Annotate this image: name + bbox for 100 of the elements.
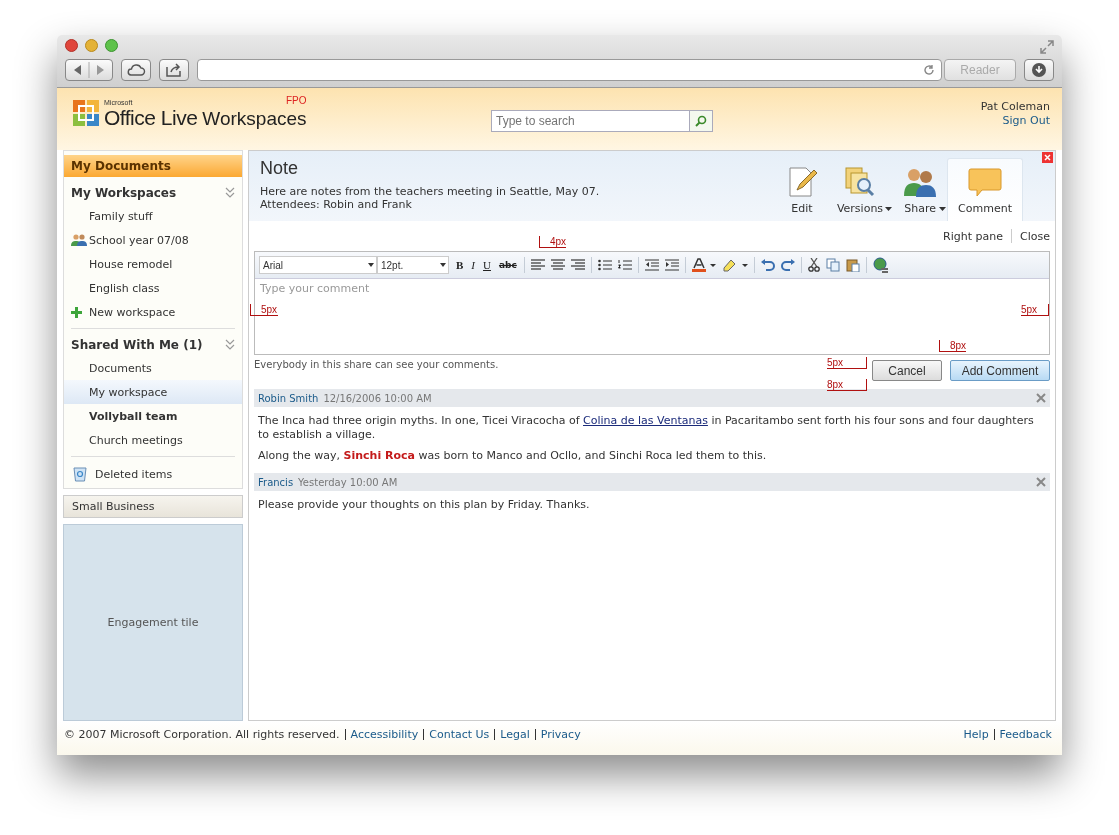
people-icon — [71, 233, 87, 247]
note-description: Attendees: Robin and Frank — [260, 198, 413, 211]
back-forward-buttons[interactable] — [65, 59, 113, 81]
footer-link[interactable]: Accessibility — [350, 728, 419, 741]
comment-time: Yesterday 10:00 AM — [298, 476, 398, 488]
logo-suffix-text: Workspaces — [202, 109, 307, 129]
redline-annotation: 8px — [827, 379, 867, 391]
ribbon-action-button[interactable]: Versions — [826, 163, 894, 221]
close-icon[interactable] — [1042, 152, 1053, 163]
font-size-dropdown[interactable]: 12pt. — [377, 256, 449, 274]
redo-icon[interactable] — [780, 259, 795, 271]
format-button[interactable]: B — [455, 259, 465, 271]
deleted-items-link[interactable]: Deleted items — [64, 457, 242, 484]
sign-out-link[interactable]: Sign Out — [1002, 114, 1050, 128]
dropdown-caret-icon — [368, 263, 374, 267]
note-title: Note — [260, 158, 300, 179]
logo-product-text: Office Live — [104, 107, 198, 129]
footer-link[interactable]: Legal — [500, 728, 530, 741]
recycle-bin-icon — [73, 466, 87, 482]
add-comment-button[interactable]: Add Comment — [950, 360, 1050, 381]
cut-icon[interactable] — [807, 258, 820, 272]
outdent-icon[interactable] — [644, 259, 659, 271]
sidebar-item[interactable]: Church meetings — [64, 428, 242, 452]
zoom-button[interactable] — [105, 39, 118, 52]
numbered-list-icon[interactable] — [617, 259, 632, 271]
cancel-button[interactable]: Cancel — [872, 360, 942, 381]
share-button[interactable] — [159, 59, 189, 81]
sidebar-item[interactable]: House remodel — [64, 252, 242, 276]
ribbon-action-button[interactable]: Comment — [947, 158, 1023, 221]
sidebar-item[interactable]: School year 07/08 — [64, 228, 242, 252]
comment-text: Along the way, Sinchi Roca was born to Manco and Ocllo, and Sinchi Roca led them to this. — [258, 449, 768, 463]
close-icon[interactable] — [1036, 477, 1046, 487]
footer-link[interactable]: Feedback — [999, 728, 1052, 741]
pane-link[interactable]: Right pane — [943, 229, 1004, 243]
format-button[interactable]: abc — [497, 260, 518, 270]
speech-bubble-icon — [968, 166, 1003, 198]
copyright-text: © 2007 Microsoft Corporation. All rights reserved. — [64, 728, 340, 741]
sidebar-item[interactable]: New workspace — [64, 300, 242, 324]
footer-link[interactable]: Contact Us — [429, 728, 490, 741]
highlight-icon[interactable] — [721, 258, 748, 272]
sidebar-item[interactable]: Vollyball team — [64, 404, 242, 428]
sidebar-item[interactable]: My workspace — [64, 380, 242, 404]
indent-icon[interactable] — [664, 259, 679, 271]
hint-text: Everybody in this share can see your comments. — [254, 359, 499, 370]
address-field[interactable] — [197, 59, 942, 81]
format-button[interactable]: U — [482, 259, 492, 271]
plus-icon — [71, 306, 82, 318]
fpo-label: FPO — [285, 96, 307, 106]
sidebar-item[interactable]: English class — [64, 276, 242, 300]
comment-text: The Inca had three origin myths. In one, Ticei Viracocha of Colina de las Ventanas in Pacaritambo sent forth his four sons and four daughters to establish a village. — [258, 414, 1035, 442]
search-field[interactable]: Type to search — [491, 110, 690, 132]
redline-annotation: 5px — [1021, 304, 1049, 316]
dropdown-caret-icon — [440, 263, 446, 267]
bullet-list-icon[interactable] — [597, 259, 612, 271]
user-name: Pat Coleman — [980, 100, 1050, 114]
reload-icon[interactable] — [923, 64, 935, 76]
sidebar-item[interactable]: Family stuff — [64, 204, 242, 228]
fullscreen-icon[interactable] — [1040, 40, 1054, 54]
cloud-icon — [126, 63, 146, 77]
footer-link[interactable]: Help — [963, 728, 989, 741]
globe-link-icon[interactable] — [872, 257, 889, 273]
pane-link[interactable]: Close — [1020, 229, 1050, 243]
align-icon[interactable] — [550, 259, 565, 271]
dropdown-caret-icon[interactable] — [885, 207, 893, 211]
documents-magnifier-icon — [844, 166, 876, 198]
sidebar-item[interactable]: Documents — [64, 356, 242, 380]
align-icon[interactable] — [570, 259, 585, 271]
section-title: My Workspaces — [71, 186, 177, 200]
search-button[interactable] — [690, 110, 713, 132]
font-color-icon[interactable] — [691, 258, 716, 272]
align-icon[interactable] — [530, 259, 545, 271]
my-documents-header[interactable]: My Documents — [64, 155, 242, 177]
author-name[interactable]: Robin Smith — [258, 392, 319, 404]
redline-annotation: 4px — [539, 236, 567, 248]
font-dropdown[interactable]: Arial — [259, 256, 377, 274]
author-name[interactable]: Francis — [258, 476, 294, 488]
paste-icon[interactable] — [845, 258, 860, 272]
close-window-button[interactable] — [65, 39, 78, 52]
format-button[interactable]: I — [470, 259, 476, 271]
download-button[interactable] — [1024, 59, 1054, 81]
comment-time: 12/16/2006 10:00 AM — [323, 392, 432, 404]
collapse-chevron-icon[interactable] — [225, 339, 235, 351]
redline-annotation: 5px — [250, 304, 278, 316]
collapse-chevron-icon[interactable] — [225, 187, 235, 199]
text-link[interactable]: Colina de las Ventanas — [583, 414, 708, 427]
minimize-button[interactable] — [85, 39, 98, 52]
comment-text: Please provide your thoughts on this plan by Friday. Thanks. — [258, 498, 591, 512]
pencil-page-icon — [786, 166, 817, 198]
ribbon-action-button[interactable]: Share — [893, 163, 948, 221]
ribbon-action-button[interactable]: Edit — [776, 163, 827, 221]
small-business-tab[interactable]: Small Business — [63, 495, 243, 518]
people-icon — [903, 166, 938, 198]
undo-icon[interactable] — [760, 259, 775, 271]
dropdown-caret-icon[interactable] — [939, 207, 947, 211]
download-icon — [1031, 62, 1047, 78]
footer-link[interactable]: Privacy — [540, 728, 581, 741]
cloud-button[interactable] — [121, 59, 151, 81]
copy-icon[interactable] — [825, 258, 840, 272]
redline-annotation: 5px — [827, 357, 867, 369]
close-icon[interactable] — [1036, 393, 1046, 403]
